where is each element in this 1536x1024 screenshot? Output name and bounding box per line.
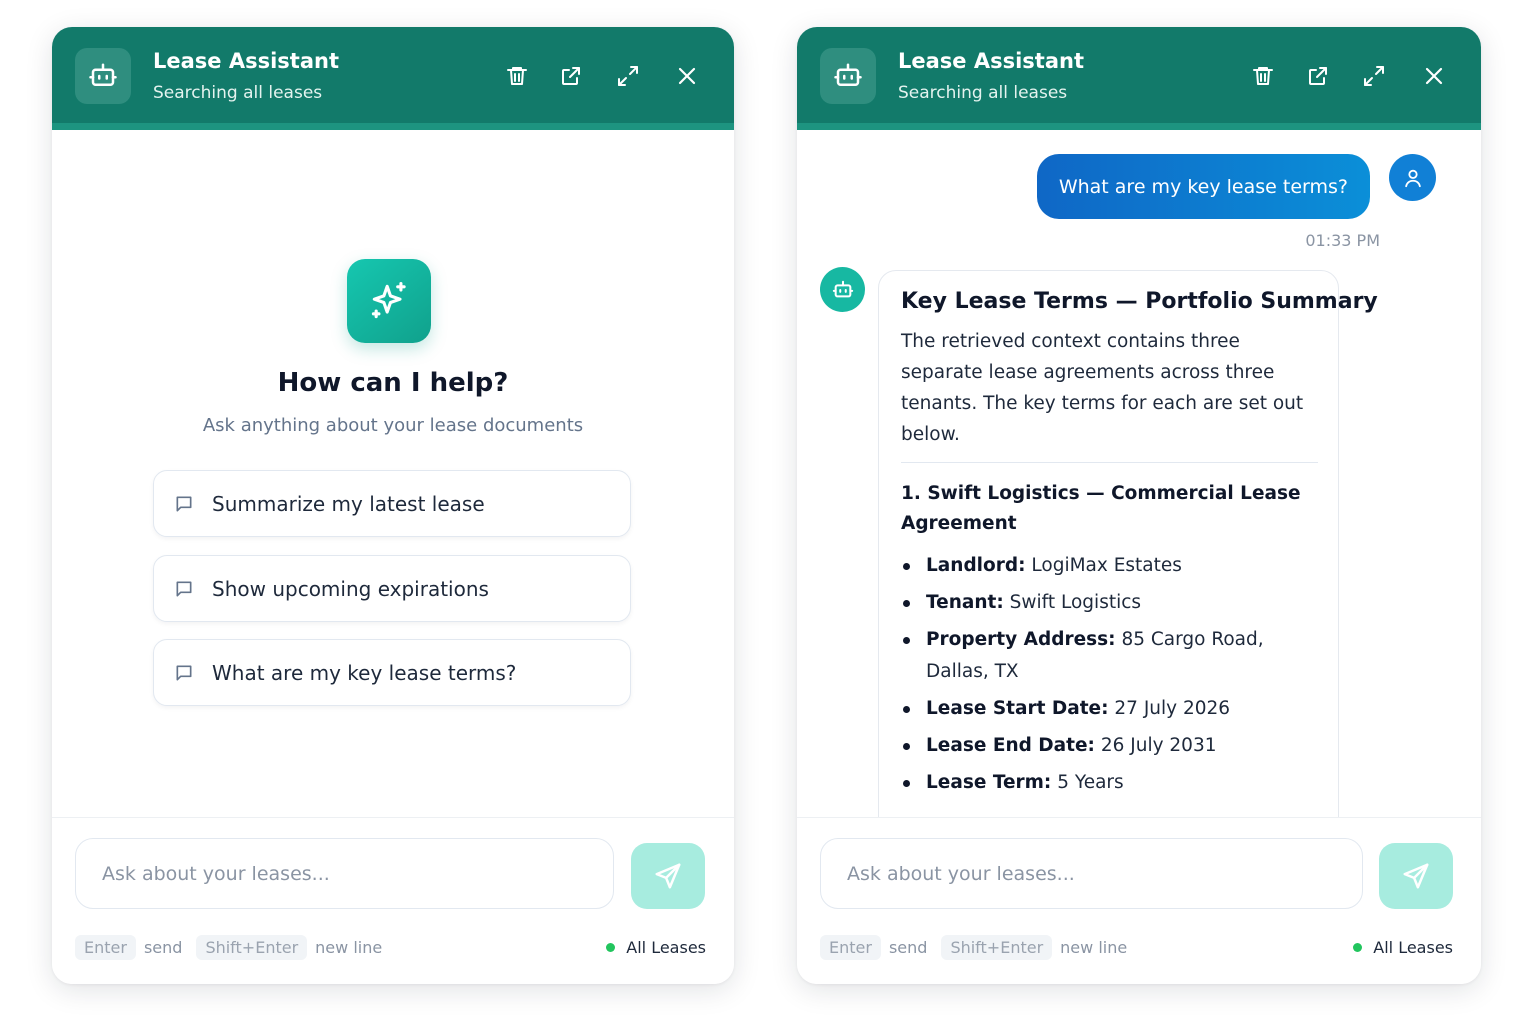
reply-intro: The retrieved context contains three sep… <box>901 331 1304 445</box>
sparkle-icon <box>371 282 406 319</box>
close-icon <box>1425 67 1443 85</box>
enter-action-hint: send <box>888 938 928 957</box>
assistant-subtitle: Searching all leases <box>153 83 323 103</box>
chat-bubble-icon <box>174 494 194 514</box>
clear-chat-button[interactable] <box>1248 61 1278 91</box>
assistant-reply-card: Key Lease Terms — Portfolio Summary The … <box>878 270 1378 817</box>
list-item: Landlord: LogiMax Estates <box>901 550 1318 582</box>
shift-enter-action-hint: new line <box>1060 938 1128 957</box>
welcome-title: How can I help? <box>277 368 509 398</box>
scope-label: All Leases <box>626 938 706 957</box>
status-dot <box>1353 943 1363 952</box>
expand-icon <box>1364 66 1384 86</box>
suggestion-label: Show upcoming expirations <box>212 576 489 601</box>
scope-status[interactable]: All Leases <box>606 938 706 957</box>
list-item: Tenant: Swift Logistics <box>901 587 1318 619</box>
bot-avatar <box>820 267 865 312</box>
enter-key-hint: Enter <box>75 935 136 960</box>
clear-chat-button[interactable] <box>502 61 532 91</box>
status-dot <box>606 943 616 952</box>
shift-enter-key-hint: Shift+Enter <box>196 935 308 960</box>
reply-title: Key Lease Terms — Portfolio Summary <box>901 289 1378 314</box>
chat-bubble-icon <box>174 579 194 599</box>
assistant-avatar <box>820 48 876 104</box>
robot-icon <box>89 63 117 86</box>
term-label: Lease End Date: <box>926 735 1095 756</box>
lease-terms-list: Landlord: LogiMax Estates Tenant: Swift … <box>901 550 1318 799</box>
send-button[interactable] <box>631 843 705 909</box>
enter-key-hint: Enter <box>820 935 881 960</box>
open-external-button[interactable] <box>1303 61 1333 91</box>
external-link-icon <box>562 67 580 85</box>
expand-button[interactable] <box>613 61 643 91</box>
scope-status[interactable]: All Leases <box>1353 938 1453 957</box>
keyboard-hints: Enter send Shift+Enter new line <box>75 935 382 960</box>
suggestion-label: Summarize my latest lease <box>212 491 485 516</box>
enter-action-hint: send <box>143 938 183 957</box>
keyboard-hints: Enter send Shift+Enter new line <box>820 935 1127 960</box>
message-input[interactable] <box>75 838 614 909</box>
close-button[interactable] <box>1419 61 1449 91</box>
shift-enter-action-hint: new line <box>315 938 383 957</box>
send-button[interactable] <box>1379 843 1453 909</box>
header-accent-stripe <box>797 123 1481 130</box>
term-value: 5 Years <box>1057 772 1124 793</box>
header-accent-stripe <box>52 123 734 130</box>
external-link-icon <box>1309 67 1327 85</box>
chat-panel-welcome: Lease Assistant Searching all leases How… <box>52 27 734 984</box>
user-message-bubble: What are my key lease terms? <box>1036 154 1370 219</box>
term-value: 27 July 2026 <box>1114 698 1231 719</box>
trash-icon <box>507 67 527 85</box>
open-external-button[interactable] <box>556 61 586 91</box>
close-icon <box>678 67 696 85</box>
term-label: Lease Term: <box>926 772 1052 793</box>
assistant-title: Lease Assistant <box>898 49 1084 73</box>
term-value: Swift Logistics <box>1009 592 1142 613</box>
reply-section-title: 1. Swift Logistics — Commercial Lease Ag… <box>901 483 1301 534</box>
sparkle-badge <box>347 259 431 343</box>
scope-label: All Leases <box>1373 938 1453 957</box>
send-icon <box>1403 863 1429 889</box>
user-icon <box>1404 169 1421 187</box>
term-value: 26 July 2031 <box>1100 735 1217 756</box>
panel-header: Lease Assistant Searching all leases <box>52 27 734 130</box>
suggestion-upcoming-expirations[interactable]: Show upcoming expirations <box>153 555 631 622</box>
shift-enter-key-hint: Shift+Enter <box>941 935 1053 960</box>
user-avatar <box>1389 154 1436 201</box>
list-item: Lease Start Date: 27 July 2026 <box>901 693 1318 725</box>
list-item: Lease End Date: 26 July 2031 <box>901 730 1318 762</box>
welcome-area: How can I help? Ask anything about your … <box>52 130 734 817</box>
assistant-avatar <box>75 48 131 104</box>
panel-header: Lease Assistant Searching all leases <box>797 27 1481 130</box>
term-value: LogiMax Estates <box>1031 555 1182 576</box>
assistant-subtitle: Searching all leases <box>898 83 1068 103</box>
suggestion-label: What are my key lease terms? <box>212 660 517 685</box>
chat-bubble-icon <box>174 663 194 683</box>
suggestion-key-lease-terms[interactable]: What are my key lease terms? <box>153 639 631 706</box>
term-label: Tenant: <box>926 592 1004 613</box>
term-label: Lease Start Date: <box>926 698 1109 719</box>
expand-button[interactable] <box>1359 61 1389 91</box>
welcome-subtitle: Ask anything about your lease documents <box>202 415 584 436</box>
composer: Enter send Shift+Enter new line All Leas… <box>797 817 1481 984</box>
assistant-title: Lease Assistant <box>153 49 339 73</box>
close-button[interactable] <box>672 61 702 91</box>
composer: Enter send Shift+Enter new line All Leas… <box>52 817 734 984</box>
trash-icon <box>1253 67 1273 85</box>
chat-panel-conversation: Lease Assistant Searching all leases Wha… <box>797 27 1481 984</box>
message-list: What are my key lease terms? 01:33 PM Ke… <box>797 130 1481 817</box>
list-item: Property Address: 85 Cargo Road, Dallas,… <box>901 624 1318 688</box>
expand-icon <box>618 66 638 86</box>
message-input[interactable] <box>820 838 1363 909</box>
term-label: Landlord: <box>926 555 1026 576</box>
reply-divider <box>901 462 1318 463</box>
message-timestamp: 01:33 PM <box>1305 231 1380 250</box>
list-item: Lease Term: 5 Years <box>901 767 1318 799</box>
suggestion-summarize-latest-lease[interactable]: Summarize my latest lease <box>153 470 631 537</box>
send-icon <box>655 863 681 889</box>
term-label: Property Address: <box>926 629 1116 650</box>
robot-icon <box>832 280 853 297</box>
robot-icon <box>834 63 862 86</box>
